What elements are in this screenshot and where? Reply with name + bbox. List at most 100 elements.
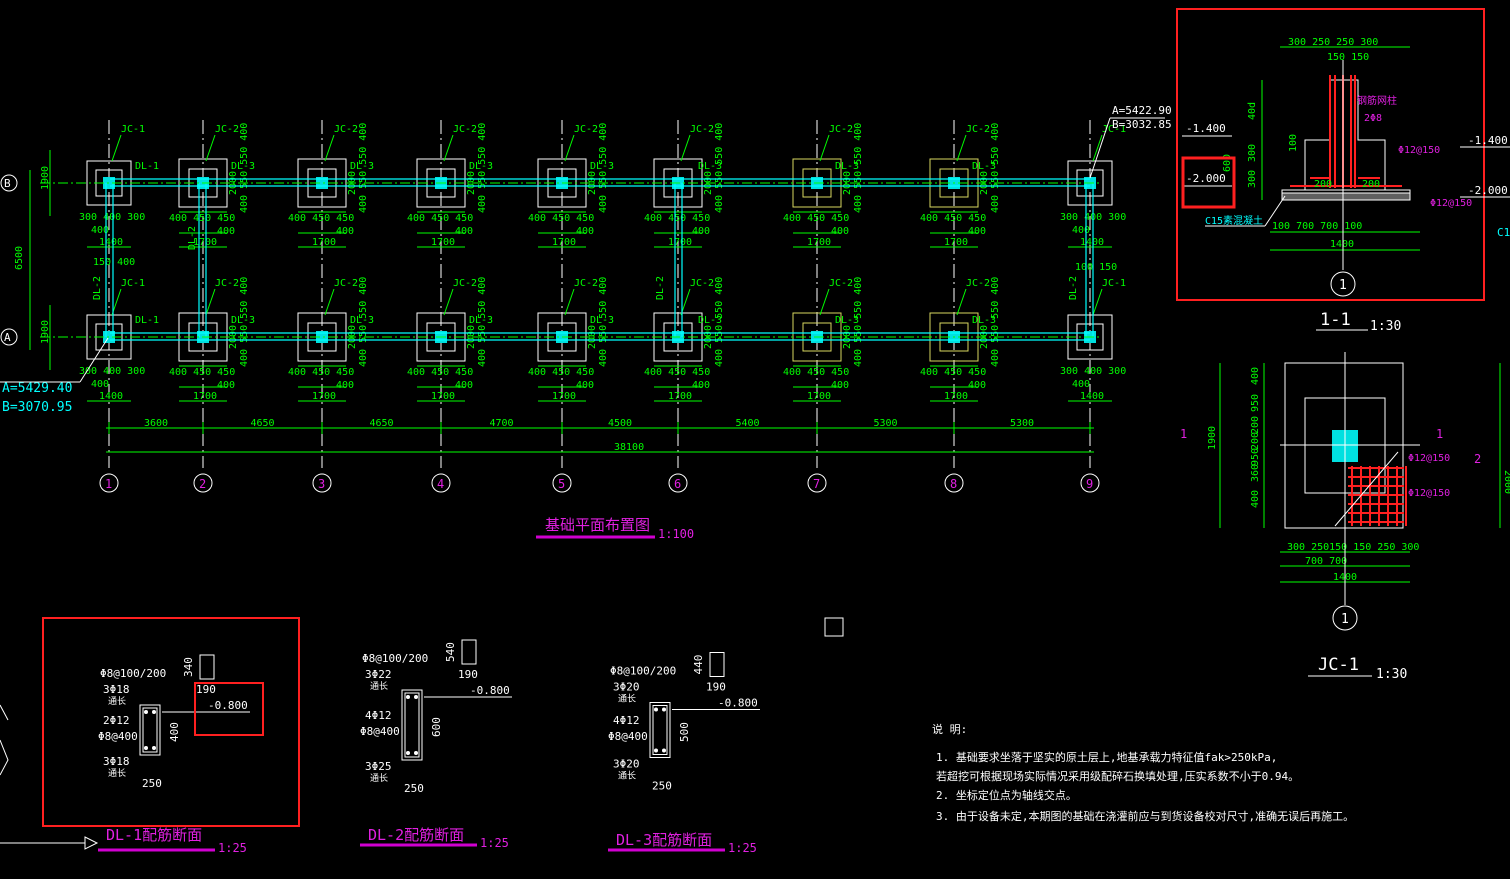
jc1-sec-left: 1 — [1180, 427, 1187, 441]
coord-top-b: B=3032.85 — [1112, 118, 1172, 131]
sec11-note-2b8: 2Φ8 — [1364, 113, 1382, 124]
pad-dim-400: 400 — [217, 380, 235, 391]
jc-label: JC-2 — [574, 278, 598, 289]
pad-dim-1700: 1700 — [552, 391, 576, 402]
dl3-stirrup-label: Φ8@100/200 — [610, 665, 676, 678]
dl-label: DL-3 — [972, 161, 996, 172]
dl3-top-note: 通长 — [618, 693, 636, 705]
pad-dim-400-450-450: 400 450 450 — [783, 367, 849, 378]
jc1-sec-right: 1 — [1436, 427, 1443, 441]
dl-label: DL-3 — [231, 161, 255, 172]
sec11-v300: 300 — [1247, 144, 1258, 162]
dl2-mid-label: 4Φ12 — [365, 709, 392, 722]
dl2-stirrup — [404, 692, 420, 758]
pad-dim-400-450-450: 400 450 450 — [288, 213, 354, 224]
pad-dim-1400: 1400 — [99, 391, 123, 402]
axis-label-3: 3 — [318, 477, 325, 491]
dl3-w: 250 — [652, 780, 672, 793]
dl1-bar — [152, 710, 156, 714]
dl-label: DL-3 — [231, 315, 255, 326]
jc1-left-total: 1900 — [1207, 426, 1218, 450]
spacing-label: 5300 — [874, 418, 898, 429]
section-1-1: 300 250 250 300 150 150 40d 300 600 300 … — [1176, 8, 1510, 334]
dl1-mid-label: 2Φ12 — [103, 714, 130, 727]
sec11-note-col: 钢筋网柱 — [1357, 94, 1397, 107]
sec11-note-mesh2: Φ12@150 — [1430, 198, 1472, 209]
dl2-pier-h: 540 — [444, 642, 457, 662]
jc-leader — [564, 288, 575, 316]
general-notes: 说 明: 1. 基础要求坐落于坚实的原土层上,地基承载力特征值fak>250kP… — [932, 722, 1354, 823]
jc1-left-dim: 400 — [1250, 490, 1261, 508]
sec11-bot-dims: 100 700 700 100 — [1272, 221, 1362, 232]
dl-label: DL-3 — [835, 161, 859, 172]
pad-dim-1700: 1700 — [312, 237, 336, 248]
jc-label: JC-1 — [121, 278, 145, 289]
dl2-h: 600 — [430, 717, 443, 737]
foundation-pads: JC-1 300 400 300 400 1400 JC-2 400 450 450 400… — [79, 123, 1126, 402]
dl3-bar — [662, 707, 666, 712]
dl2-pier-w: 190 — [458, 668, 478, 681]
jc-label: JC-2 — [453, 124, 477, 135]
pad-dim-400-450-450: 400 450 450 — [169, 367, 235, 378]
spacing-label: 5400 — [736, 418, 760, 429]
jc-label: JC-2 — [215, 124, 239, 135]
dl1-pier — [199, 654, 215, 680]
dl-label: DL-1 — [135, 161, 159, 172]
spacing-label: 3600 — [144, 418, 168, 429]
dl2-label: DL-2 — [655, 276, 666, 300]
dl1-w: 250 — [142, 777, 162, 790]
pad-dim-1700: 1700 — [668, 391, 692, 402]
axis-label-b: B — [4, 177, 11, 190]
axis-label-6: 6 — [674, 477, 681, 491]
dl2-mid2-label: Φ8@400 — [360, 725, 400, 738]
spacing-dimension-chain — [106, 427, 1094, 453]
dl-label: DL-3 — [590, 315, 614, 326]
dl2-stirrup-label: Φ8@100/200 — [362, 652, 428, 665]
dl2-bot-note: 通长 — [370, 772, 388, 784]
jc1-left-dim: 360 — [1250, 464, 1261, 482]
jc-leader — [1092, 288, 1103, 316]
dl-label: DL-3 — [469, 161, 493, 172]
spacing-labels: 3600 4650 4650 4700 4500 5400 5300 5300 — [108, 418, 1091, 434]
bay-y-dim: 6500 — [14, 246, 25, 270]
pad-dim-400: 400 — [831, 226, 849, 237]
jc1-left-dim: 950 — [1250, 394, 1261, 412]
jc-label: JC-2 — [829, 124, 853, 135]
notes-head: 说 明: — [932, 722, 967, 736]
dl1-h: 400 — [168, 722, 181, 742]
pad-dim-400-450-450: 400 450 450 — [407, 367, 473, 378]
pad-dim-1700: 1700 — [944, 391, 968, 402]
pad-dim-300-400-300: 300 400 300 — [79, 212, 145, 223]
dl3-title: DL-3配筋断面 — [616, 831, 712, 849]
pad-dim-400-450-450: 400 450 450 — [169, 213, 235, 224]
dl3-mid2-label: Φ8@400 — [608, 730, 648, 743]
dl2-bar — [406, 751, 410, 755]
dl2-label: DL-2 — [1068, 276, 1079, 300]
pad-dim-400-450-450: 400 450 450 — [783, 213, 849, 224]
dl1-bar — [152, 746, 156, 750]
pad-dim-400-450-450: 400 450 450 — [920, 367, 986, 378]
jc1-scale: 1:30 — [1376, 667, 1407, 682]
dl-label: DL-3 — [350, 315, 374, 326]
sec11-scale: 1:30 — [1370, 319, 1401, 334]
sec11-lvl-left: -1.400 — [1186, 122, 1226, 135]
jc-leader — [819, 134, 830, 162]
pad-dim-400-450-450: 400 450 450 — [528, 367, 594, 378]
spacing-label: 4650 — [251, 418, 275, 429]
jc1-left-dim: 200 — [1250, 416, 1261, 434]
sec11-note-c15: C15素混凝土 — [1205, 214, 1263, 227]
dl3-top-label: 3Φ20 — [613, 681, 640, 694]
jc1-left-dim: 400 — [1250, 367, 1261, 385]
jc-leader — [205, 134, 216, 162]
jc-label: JC-1 — [121, 124, 145, 135]
pad-dim-400-450-450: 400 450 450 — [528, 213, 594, 224]
highlight-box-dl1 — [42, 617, 300, 827]
jc-label: JC-2 — [829, 278, 853, 289]
jc-leader — [111, 134, 122, 162]
jc1-rebar-mesh — [1334, 451, 1407, 527]
sec11-v200: 200 — [1314, 179, 1332, 190]
jc-leader — [205, 288, 216, 316]
jc1-title: JC-1 — [1318, 655, 1359, 675]
jc1-left-dims: 400950200200950360400 — [1250, 367, 1261, 508]
dl2-bar — [414, 695, 418, 699]
